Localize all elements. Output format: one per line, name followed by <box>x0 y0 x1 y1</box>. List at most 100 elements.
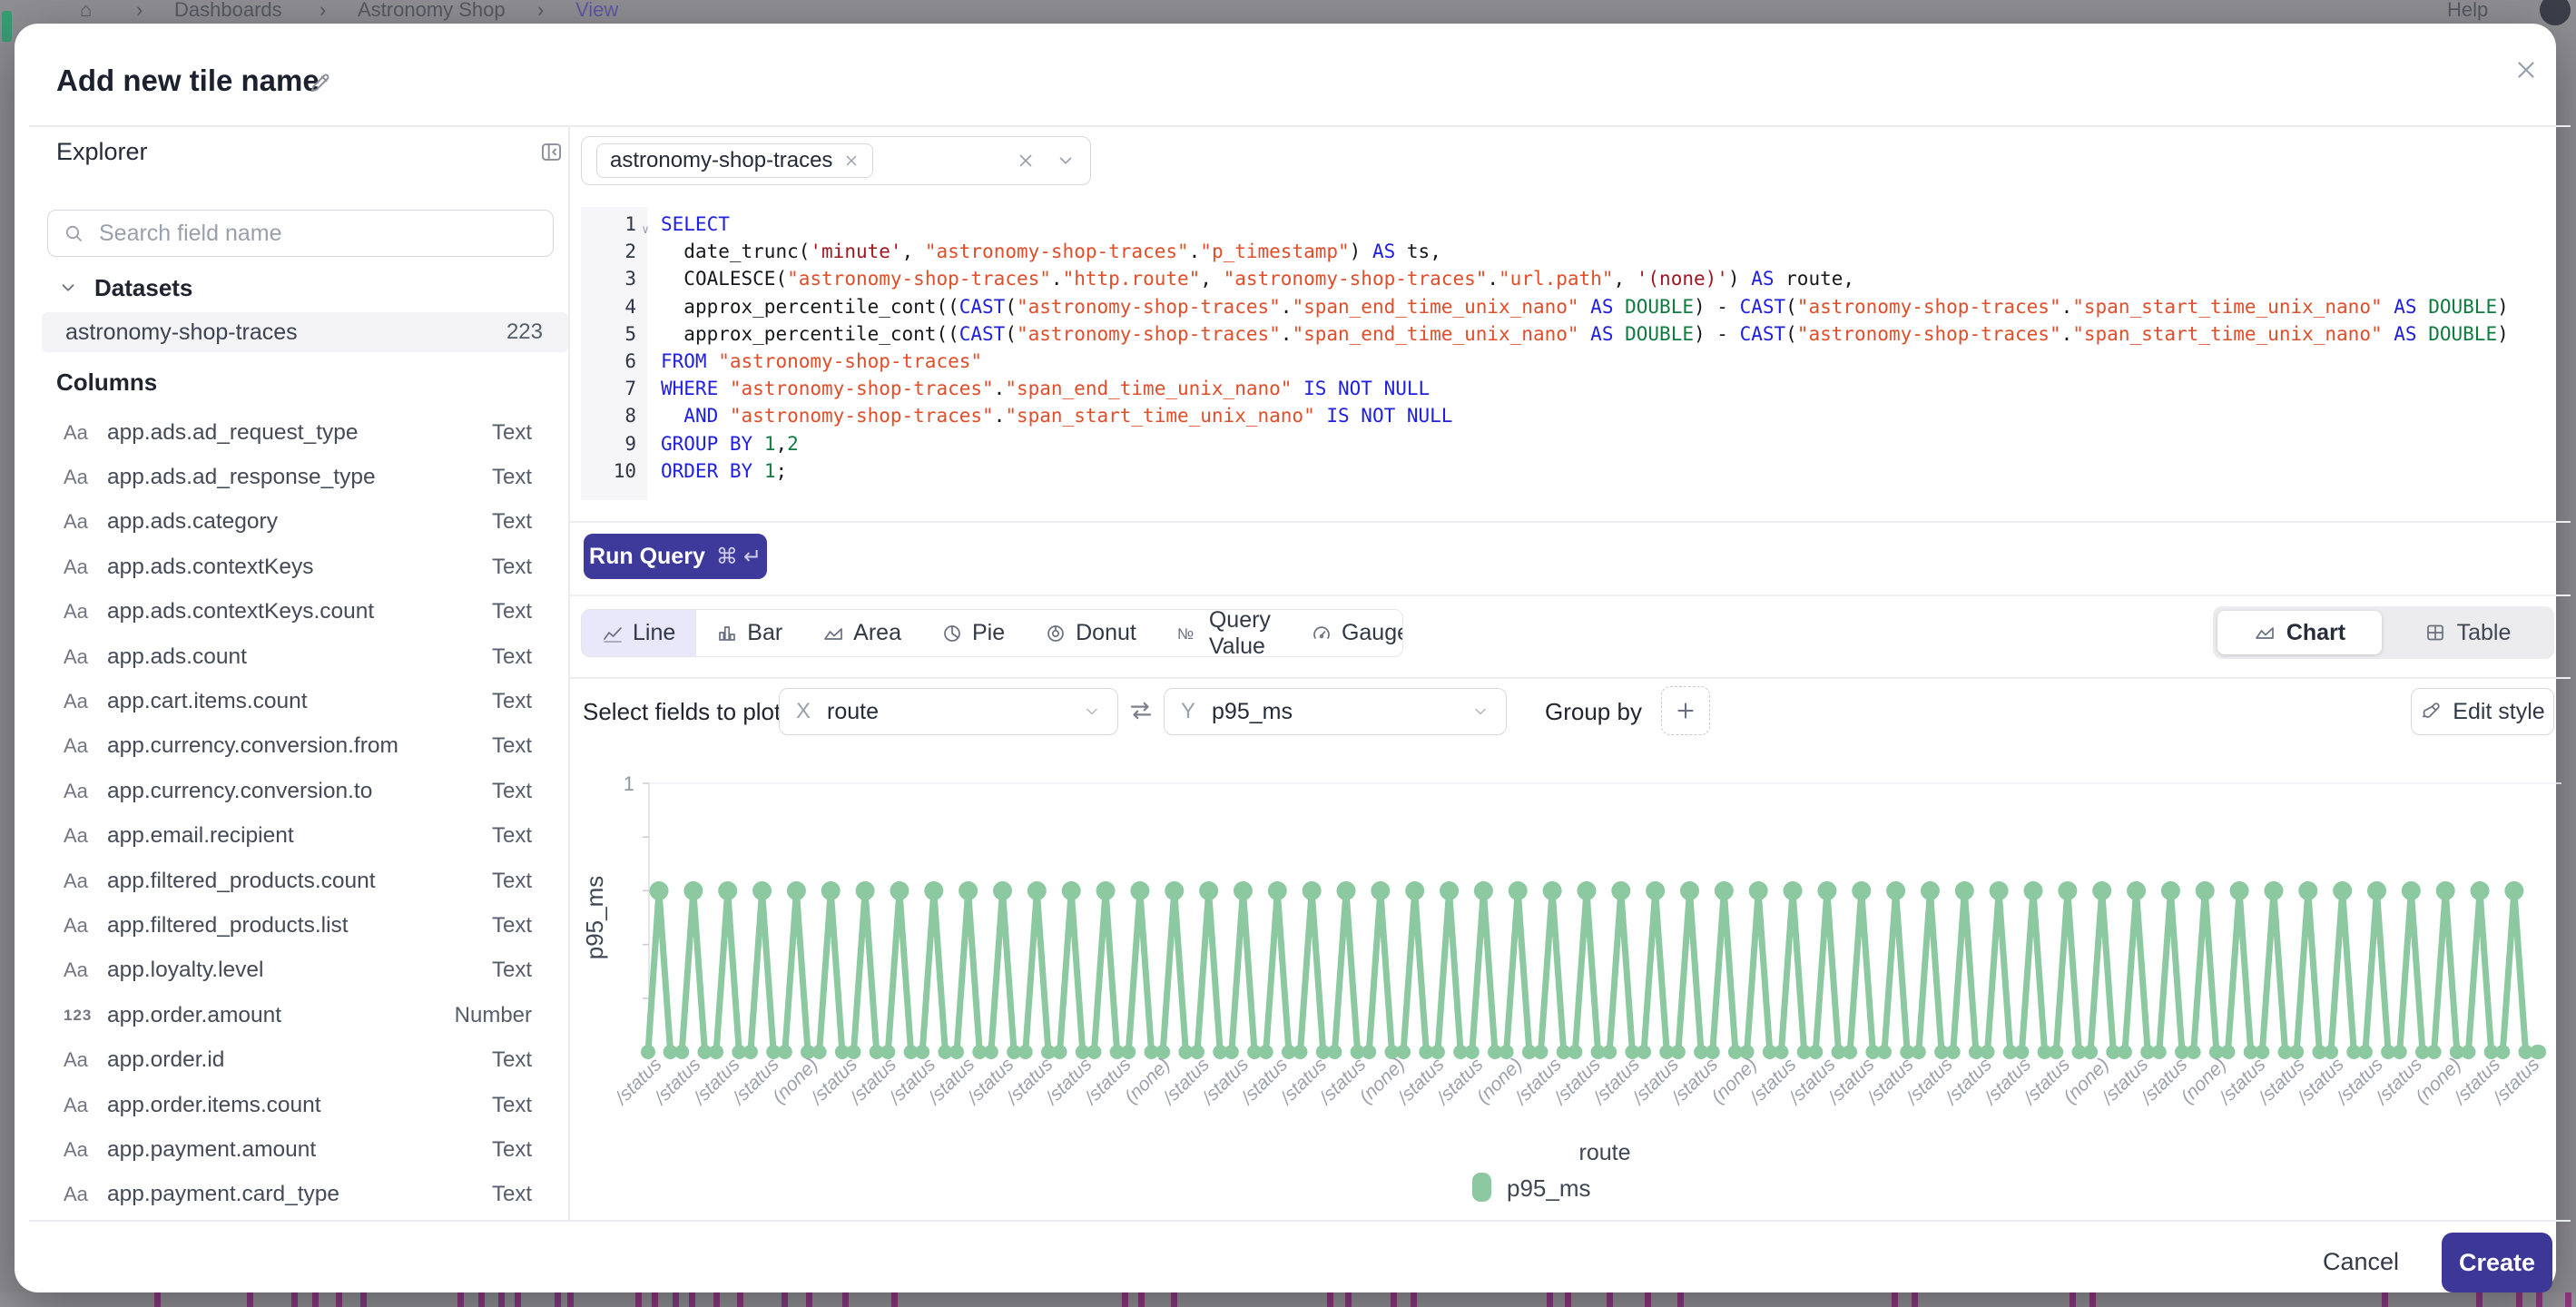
column-name: app.loyalty.level <box>107 958 264 983</box>
background-bar <box>782 1292 788 1307</box>
dataset-select[interactable]: astronomy-shop-traces <box>581 136 1091 185</box>
tab-gauge[interactable]: Gauge <box>1291 610 1403 656</box>
app-logo <box>2 11 12 42</box>
dataset-row-astronomy-shop-traces[interactable]: astronomy-shop-traces 223 <box>42 312 568 352</box>
column-row[interactable]: Aaapp.payment.amountText <box>47 1127 554 1172</box>
text-type-icon: Aa <box>64 1094 107 1117</box>
column-type: Text <box>492 1047 532 1073</box>
remove-dataset-icon[interactable] <box>843 152 860 169</box>
close-icon[interactable] <box>2512 56 2540 84</box>
tab-label: Line <box>633 620 675 646</box>
background-bar <box>2536 1292 2542 1307</box>
background-bar <box>555 1292 561 1307</box>
text-type-icon: Aa <box>64 466 107 489</box>
column-type: Text <box>492 644 532 670</box>
clear-selection-icon[interactable] <box>1016 151 1036 171</box>
y-field-select[interactable]: Y p95_ms <box>1164 688 1507 735</box>
chart-type-tabs: Line Bar AreaPieDonut№Query ValueGauge <box>581 609 1403 657</box>
column-type: Text <box>492 689 532 714</box>
add-group-by-button[interactable] <box>1661 686 1710 735</box>
edit-style-button[interactable]: Edit style <box>2411 688 2554 735</box>
background-bar <box>1912 1292 1918 1307</box>
column-row[interactable]: Aaapp.ads.ad_request_typeText <box>47 410 554 455</box>
column-row[interactable]: 123app.order.amountNumber <box>47 993 554 1037</box>
tab-line[interactable]: Line <box>582 610 696 656</box>
column-row[interactable]: Aaapp.ads.contextKeysText <box>47 545 554 589</box>
tab-area[interactable]: Area <box>802 610 921 656</box>
column-row[interactable]: Aaapp.currency.conversion.fromText <box>47 724 554 769</box>
column-row[interactable]: Aaapp.ads.contextKeys.countText <box>47 590 554 634</box>
section-divider <box>568 595 2571 596</box>
column-row[interactable]: Aaapp.currency.conversion.toText <box>47 769 554 813</box>
text-type-icon: Aa <box>64 690 107 713</box>
y-field-value: p95_ms <box>1212 699 1293 725</box>
code-line: 8 AND "astronomy-shop-traces"."span_star… <box>581 402 2556 429</box>
tab-donut[interactable]: Donut <box>1025 610 1156 656</box>
column-name: app.order.amount <box>107 1003 281 1028</box>
column-row[interactable]: Aaapp.email.recipientText <box>47 814 554 859</box>
chevron-down-icon[interactable] <box>1056 151 1076 171</box>
tab-bar[interactable]: Bar <box>696 610 802 656</box>
column-row[interactable]: Aaapp.order.items.countText <box>47 1083 554 1127</box>
area-chart-icon <box>822 623 844 644</box>
background-bar <box>713 1292 720 1307</box>
gauge-chart-icon <box>1311 623 1332 644</box>
edit-title-icon[interactable] <box>307 71 332 96</box>
column-type: Text <box>492 1093 532 1118</box>
code-line: 3 COALESCE("astronomy-shop-traces"."http… <box>581 265 2556 292</box>
column-row[interactable]: Aaapp.filtered_products.listText <box>47 903 554 948</box>
chevron-down-icon[interactable] <box>58 278 78 298</box>
column-row[interactable]: Aaapp.ads.countText <box>47 634 554 679</box>
column-type: Text <box>492 555 532 580</box>
background-bar <box>1171 1292 1177 1307</box>
avatar <box>2540 0 2571 25</box>
column-row[interactable]: Aaapp.cart.items.countText <box>47 679 554 723</box>
collapse-panel-icon[interactable] <box>539 140 564 164</box>
create-button[interactable]: Create <box>2442 1233 2552 1292</box>
column-name: app.currency.conversion.to <box>107 779 372 804</box>
breadcrumb-separator: › <box>320 0 326 22</box>
add-tile-modal: Add new tile name Explorer Datasets astr… <box>15 24 2556 1292</box>
legend-marker <box>1472 1173 1491 1202</box>
background-bar <box>515 1292 521 1307</box>
column-type: Text <box>492 913 532 938</box>
column-name: app.filtered_products.count <box>107 869 376 894</box>
home-icon: ⌂ <box>80 0 92 22</box>
background-bar <box>1138 1292 1145 1307</box>
line-number: 10 <box>581 457 647 485</box>
column-row[interactable]: Aaapp.payment.card_typeText <box>47 1173 554 1217</box>
column-row[interactable]: Aaapp.loyalty.levelText <box>47 948 554 993</box>
column-row[interactable]: Aaapp.filtered_products.countText <box>47 859 554 903</box>
run-query-button[interactable]: Run Query ⌘ ↵ <box>584 534 767 579</box>
swap-axes-icon[interactable] <box>1127 697 1155 724</box>
background-bar <box>1677 1292 1684 1307</box>
column-type: Text <box>492 733 532 759</box>
tab-query-value[interactable]: №Query Value <box>1156 610 1291 656</box>
select-fields-label: Select fields to plot: <box>583 698 787 726</box>
column-type: Text <box>492 958 532 983</box>
toggle-chart[interactable]: Chart <box>2217 611 2382 654</box>
toggle-table[interactable]: Table <box>2385 611 2550 654</box>
line-number: 2 <box>581 238 647 265</box>
column-row[interactable]: Aaapp.order.idText <box>47 1038 554 1083</box>
x-axis-letter: X <box>796 699 811 724</box>
column-type: Text <box>492 420 532 446</box>
text-type-icon: Aa <box>64 645 107 669</box>
column-type: Text <box>492 509 532 535</box>
code-line: 5 approx_percentile_cont((CAST("astronom… <box>581 320 2556 348</box>
search-input[interactable] <box>97 220 538 248</box>
background-bar <box>360 1292 367 1307</box>
cancel-button[interactable]: Cancel <box>2311 1233 2411 1291</box>
cmd-key-icon: ⌘ <box>716 544 738 570</box>
column-row[interactable]: Aaapp.ads.ad_response_typeText <box>47 455 554 499</box>
tab-label: Bar <box>747 620 782 646</box>
column-type: Text <box>492 779 532 804</box>
line-number: 5 <box>581 320 647 348</box>
tab-pie[interactable]: Pie <box>921 610 1025 656</box>
x-field-select[interactable]: X route <box>779 688 1118 735</box>
sql-editor[interactable]: 1∨SELECT2 date_trunc('minute', "astronom… <box>581 211 2556 494</box>
chevron-down-icon <box>1471 703 1490 721</box>
edit-style-label: Edit style <box>2453 699 2544 725</box>
column-row[interactable]: Aaapp.ads.categoryText <box>47 500 554 545</box>
editor-divider <box>568 521 2571 523</box>
